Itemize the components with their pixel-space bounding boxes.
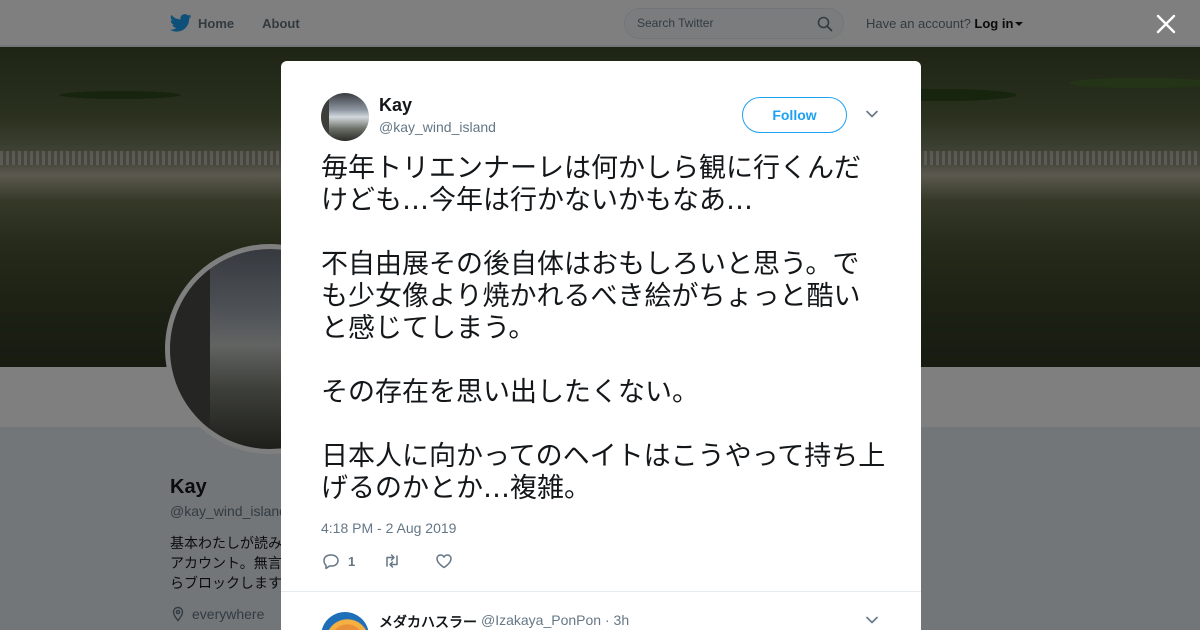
reply-author-name[interactable]: メダカハスラー [379, 612, 477, 630]
tweet-timestamp[interactable]: 4:18 PM - 2 Aug 2019 [321, 520, 456, 536]
tweet-paragraph: その存在を思い出したくない。 [321, 377, 699, 408]
tweet-paragraph: 日本人に向かってのヘイトはこうやって持ち上げるのかとか…複雑。 [321, 441, 886, 504]
reply-author-handle[interactable]: @Izakaya_PonPon [481, 612, 601, 628]
divider [281, 591, 921, 592]
tweet-modal: Kay @kay_wind_island Follow 毎年トリエンナーレは何か… [281, 61, 921, 630]
tweet-author-avatar[interactable] [321, 93, 369, 141]
reply-icon [323, 554, 339, 570]
like-button[interactable] [434, 551, 454, 571]
tweet-paragraph: 毎年トリエンナーレは何かしら観に行くんだけども…今年は行かないかもなあ… [321, 153, 861, 216]
retweet-button[interactable] [382, 551, 402, 571]
reply-separator: · [604, 612, 610, 628]
reply-author-meta: @Izakaya_PonPon · 3h [481, 612, 629, 628]
reply-author-avatar[interactable] [321, 612, 369, 630]
tweet-text: 毎年トリエンナーレは何かしら観に行くんだけども…今年は行かないかもなあ… 不自由… [321, 153, 886, 505]
tweet-author-handle[interactable]: @kay_wind_island [379, 119, 496, 135]
tweet-paragraph: 不自由展その後自体はおもしろいと思う。でも少女像より焼かれるべき絵がちょっと酷い… [321, 249, 861, 344]
chevron-down-icon[interactable] [865, 613, 879, 627]
reply-button[interactable]: 1 [321, 551, 358, 571]
reply-time[interactable]: 3h [614, 612, 630, 628]
tweet-actions: 1 [321, 551, 478, 571]
close-icon[interactable] [1154, 12, 1178, 36]
follow-button[interactable]: Follow [742, 97, 847, 133]
tweet-author-name[interactable]: Kay [379, 95, 412, 116]
reply-count: 1 [348, 553, 356, 569]
retweet-icon [386, 554, 398, 568]
heart-icon [436, 554, 452, 569]
chevron-down-icon[interactable] [865, 107, 879, 121]
avatar-window-frame [321, 93, 329, 141]
